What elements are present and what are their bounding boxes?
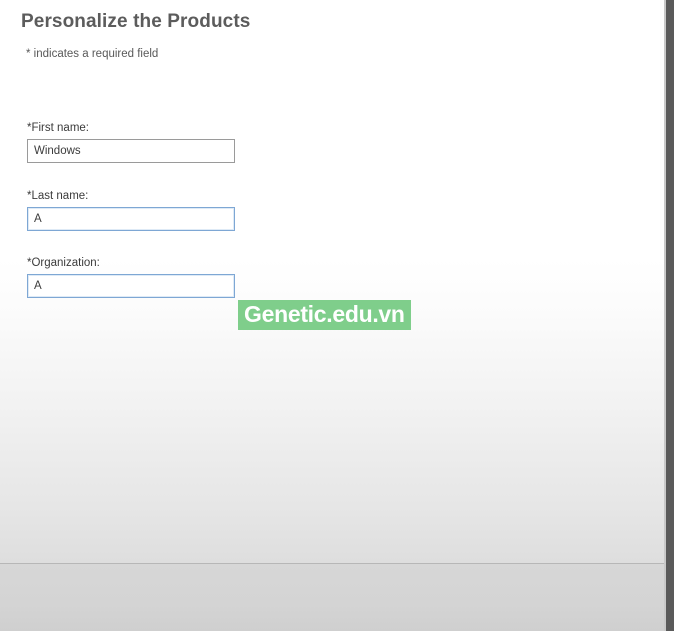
last-name-label: *Last name:	[27, 190, 89, 202]
screenshot-root: Personalize the Products * indicates a r…	[0, 0, 674, 631]
watermark-overlay: Genetic.edu.vn	[238, 300, 411, 330]
organization-label: *Organization:	[27, 257, 100, 269]
organization-input[interactable]	[27, 274, 235, 298]
page-title: Personalize the Products	[21, 11, 251, 32]
wizard-button-bar: < Back Next > Cancel	[0, 564, 664, 631]
first-name-input[interactable]	[27, 139, 235, 163]
first-name-label: *First name:	[27, 122, 89, 134]
wizard-content-pane: Personalize the Products * indicates a r…	[0, 0, 664, 563]
required-field-note: * indicates a required field	[26, 48, 159, 60]
installer-wizard-window: Personalize the Products * indicates a r…	[0, 0, 666, 631]
first-name-field-group: *First name:	[27, 122, 237, 163]
organization-field-group: *Organization:	[27, 257, 237, 298]
last-name-input[interactable]	[27, 207, 235, 231]
last-name-field-group: *Last name:	[27, 190, 237, 231]
